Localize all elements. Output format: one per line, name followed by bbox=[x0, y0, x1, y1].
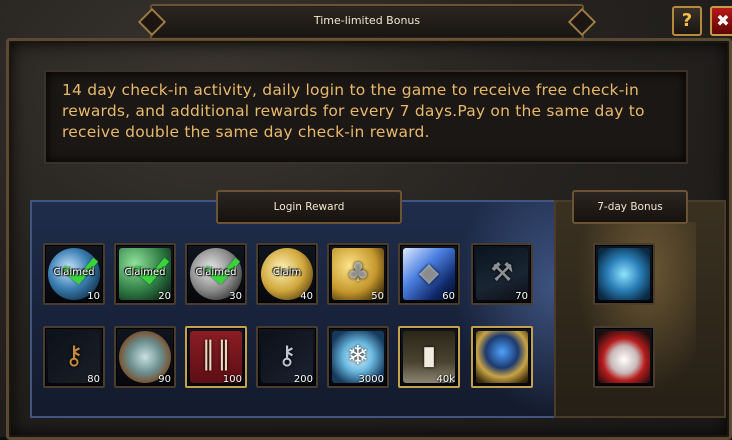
slot-quantity: 50 bbox=[371, 291, 384, 302]
slot-status: Claimed bbox=[53, 267, 95, 278]
bonus-slot-2[interactable] bbox=[593, 326, 655, 388]
slot-quantity: 70 bbox=[515, 291, 528, 302]
reward-slot-9[interactable]: 90 bbox=[114, 326, 176, 388]
reward-slot-2[interactable]: Claimed 20 bbox=[114, 243, 176, 305]
close-button[interactable]: ✖ bbox=[710, 6, 732, 36]
slot-quantity: 3000 bbox=[358, 374, 384, 385]
description-text: 14 day check-in activity, daily login to… bbox=[62, 81, 645, 141]
moose-icon bbox=[598, 248, 650, 300]
slot-status: Claimed bbox=[124, 267, 166, 278]
reward-slot-1[interactable]: Claimed 10 bbox=[43, 243, 105, 305]
help-button[interactable]: ? bbox=[672, 6, 702, 36]
reward-slot-12[interactable]: ❄ 3000 bbox=[327, 326, 389, 388]
title-bar: Time-limited Bonus bbox=[137, 4, 597, 40]
login-reward-label: Login Reward bbox=[216, 190, 402, 224]
reward-slot-5[interactable]: ♣ 50 bbox=[327, 243, 389, 305]
viking-helmet-icon bbox=[598, 331, 650, 383]
reward-slot-13[interactable]: ▮ 40k bbox=[398, 326, 460, 388]
slot-quantity: 20 bbox=[158, 291, 171, 302]
reward-slot-14[interactable] bbox=[471, 326, 533, 388]
reward-slot-7[interactable]: ⚒ 70 bbox=[471, 243, 533, 305]
bonus-slot-1[interactable] bbox=[593, 243, 655, 305]
slot-quantity: 40 bbox=[300, 291, 313, 302]
reward-slot-3[interactable]: Claimed 30 bbox=[185, 243, 247, 305]
seven-day-bonus-label: 7-day Bonus bbox=[572, 190, 688, 224]
window-frame: Time-limited Bonus ? ✖ 14 day check-in a… bbox=[0, 0, 732, 440]
reward-slot-4[interactable]: Claim 40 bbox=[256, 243, 318, 305]
reward-slot-8[interactable]: ⚷ 80 bbox=[43, 326, 105, 388]
slot-quantity: 90 bbox=[158, 374, 171, 385]
window-title: Time-limited Bonus bbox=[313, 14, 421, 27]
slot-quantity: 40k bbox=[436, 374, 455, 385]
ring-icon bbox=[476, 331, 528, 383]
slot-quantity: 200 bbox=[293, 374, 313, 385]
slot-status: Claimed bbox=[195, 267, 237, 278]
slot-quantity: 30 bbox=[229, 291, 242, 302]
slot-quantity: 60 bbox=[442, 291, 455, 302]
reward-slot-10[interactable]: ║║ 100 bbox=[185, 326, 247, 388]
reward-slot-11[interactable]: ⚷ 200 bbox=[256, 326, 318, 388]
slot-quantity: 100 bbox=[222, 374, 242, 385]
claim-button[interactable]: Claim bbox=[260, 267, 314, 278]
reward-slot-6[interactable]: ◆ 60 bbox=[398, 243, 460, 305]
description-box: 14 day check-in activity, daily login to… bbox=[44, 70, 688, 164]
slot-quantity: 80 bbox=[87, 374, 100, 385]
slot-quantity: 10 bbox=[87, 291, 100, 302]
